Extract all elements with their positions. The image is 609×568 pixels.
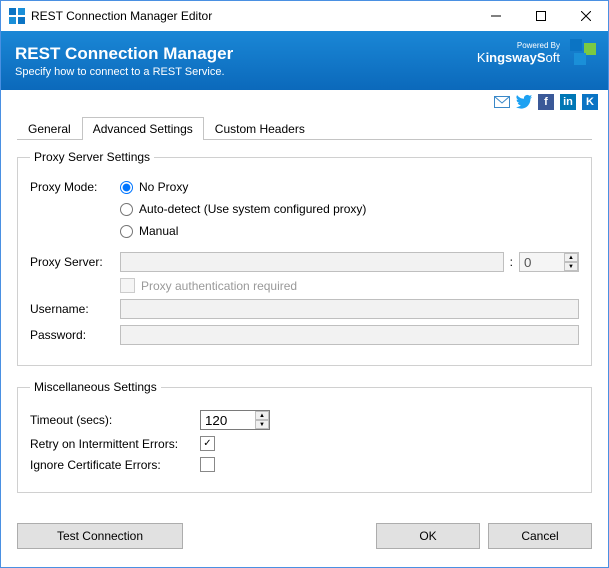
- timeout-label: Timeout (secs):: [30, 413, 200, 427]
- close-button[interactable]: [563, 1, 608, 31]
- facebook-icon[interactable]: f: [538, 94, 554, 110]
- port-sep: :: [510, 255, 513, 269]
- window-controls: [473, 1, 608, 31]
- content-area: General Advanced Settings Custom Headers…: [1, 114, 608, 567]
- banner-sub: Specify how to connect to a REST Service…: [15, 66, 233, 78]
- app-icon: [9, 8, 25, 24]
- footer: Test Connection OK Cancel: [17, 513, 592, 559]
- retry-label: Retry on Intermittent Errors:: [30, 437, 200, 451]
- brand-logo: Powered By KingswaySoft: [477, 42, 560, 65]
- tab-custom-headers[interactable]: Custom Headers: [204, 117, 316, 140]
- banner-heading: REST Connection Manager: [15, 44, 233, 64]
- social-bar: f in K: [1, 90, 608, 114]
- password-label: Password:: [30, 328, 120, 342]
- username-input[interactable]: [120, 299, 579, 319]
- timeout-down-button[interactable]: ▼: [255, 420, 269, 429]
- tab-advanced[interactable]: Advanced Settings: [82, 117, 204, 140]
- misc-legend: Miscellaneous Settings: [30, 380, 161, 394]
- test-connection-button[interactable]: Test Connection: [17, 523, 183, 549]
- misc-group: Miscellaneous Settings Timeout (secs): ▲…: [17, 380, 592, 493]
- window: REST Connection Manager Editor REST Conn…: [0, 0, 609, 568]
- tab-general[interactable]: General: [17, 117, 82, 140]
- no-proxy-label: No Proxy: [139, 180, 188, 194]
- email-icon[interactable]: [494, 94, 510, 110]
- manual-proxy-label: Manual: [139, 224, 178, 238]
- proxy-group: Proxy Server Settings Proxy Mode: No Pro…: [17, 150, 592, 366]
- manual-proxy-radio[interactable]: [120, 225, 133, 238]
- proxy-legend: Proxy Server Settings: [30, 150, 154, 164]
- brand-icon: [570, 39, 598, 67]
- port-up-button[interactable]: ▲: [564, 253, 578, 262]
- tab-body: Proxy Server Settings Proxy Mode: No Pro…: [17, 140, 592, 513]
- window-title: REST Connection Manager Editor: [31, 9, 473, 23]
- ignore-cert-checkbox[interactable]: [200, 457, 215, 472]
- twitter-icon[interactable]: [516, 94, 532, 110]
- username-label: Username:: [30, 302, 120, 316]
- header-banner: REST Connection Manager Specify how to c…: [1, 31, 608, 90]
- linkedin-icon[interactable]: in: [560, 94, 576, 110]
- password-input[interactable]: [120, 325, 579, 345]
- proxy-auth-checkbox[interactable]: [120, 278, 135, 293]
- cancel-button[interactable]: Cancel: [488, 523, 592, 549]
- minimize-button[interactable]: [473, 1, 518, 31]
- no-proxy-radio[interactable]: [120, 181, 133, 194]
- port-down-button[interactable]: ▼: [564, 262, 578, 271]
- proxy-mode-label: Proxy Mode:: [30, 180, 120, 194]
- auto-proxy-label: Auto-detect (Use system configured proxy…: [139, 202, 366, 216]
- ok-button[interactable]: OK: [376, 523, 480, 549]
- proxy-server-label: Proxy Server:: [30, 255, 120, 269]
- retry-checkbox[interactable]: ✓: [200, 436, 215, 451]
- k-icon[interactable]: K: [582, 94, 598, 110]
- titlebar: REST Connection Manager Editor: [1, 1, 608, 31]
- auto-proxy-radio[interactable]: [120, 203, 133, 216]
- maximize-button[interactable]: [518, 1, 563, 31]
- ignore-cert-label: Ignore Certificate Errors:: [30, 458, 200, 472]
- proxy-auth-label: Proxy authentication required: [141, 279, 297, 293]
- tab-strip: General Advanced Settings Custom Headers: [17, 116, 592, 140]
- timeout-up-button[interactable]: ▲: [255, 411, 269, 420]
- proxy-server-input[interactable]: [120, 252, 504, 272]
